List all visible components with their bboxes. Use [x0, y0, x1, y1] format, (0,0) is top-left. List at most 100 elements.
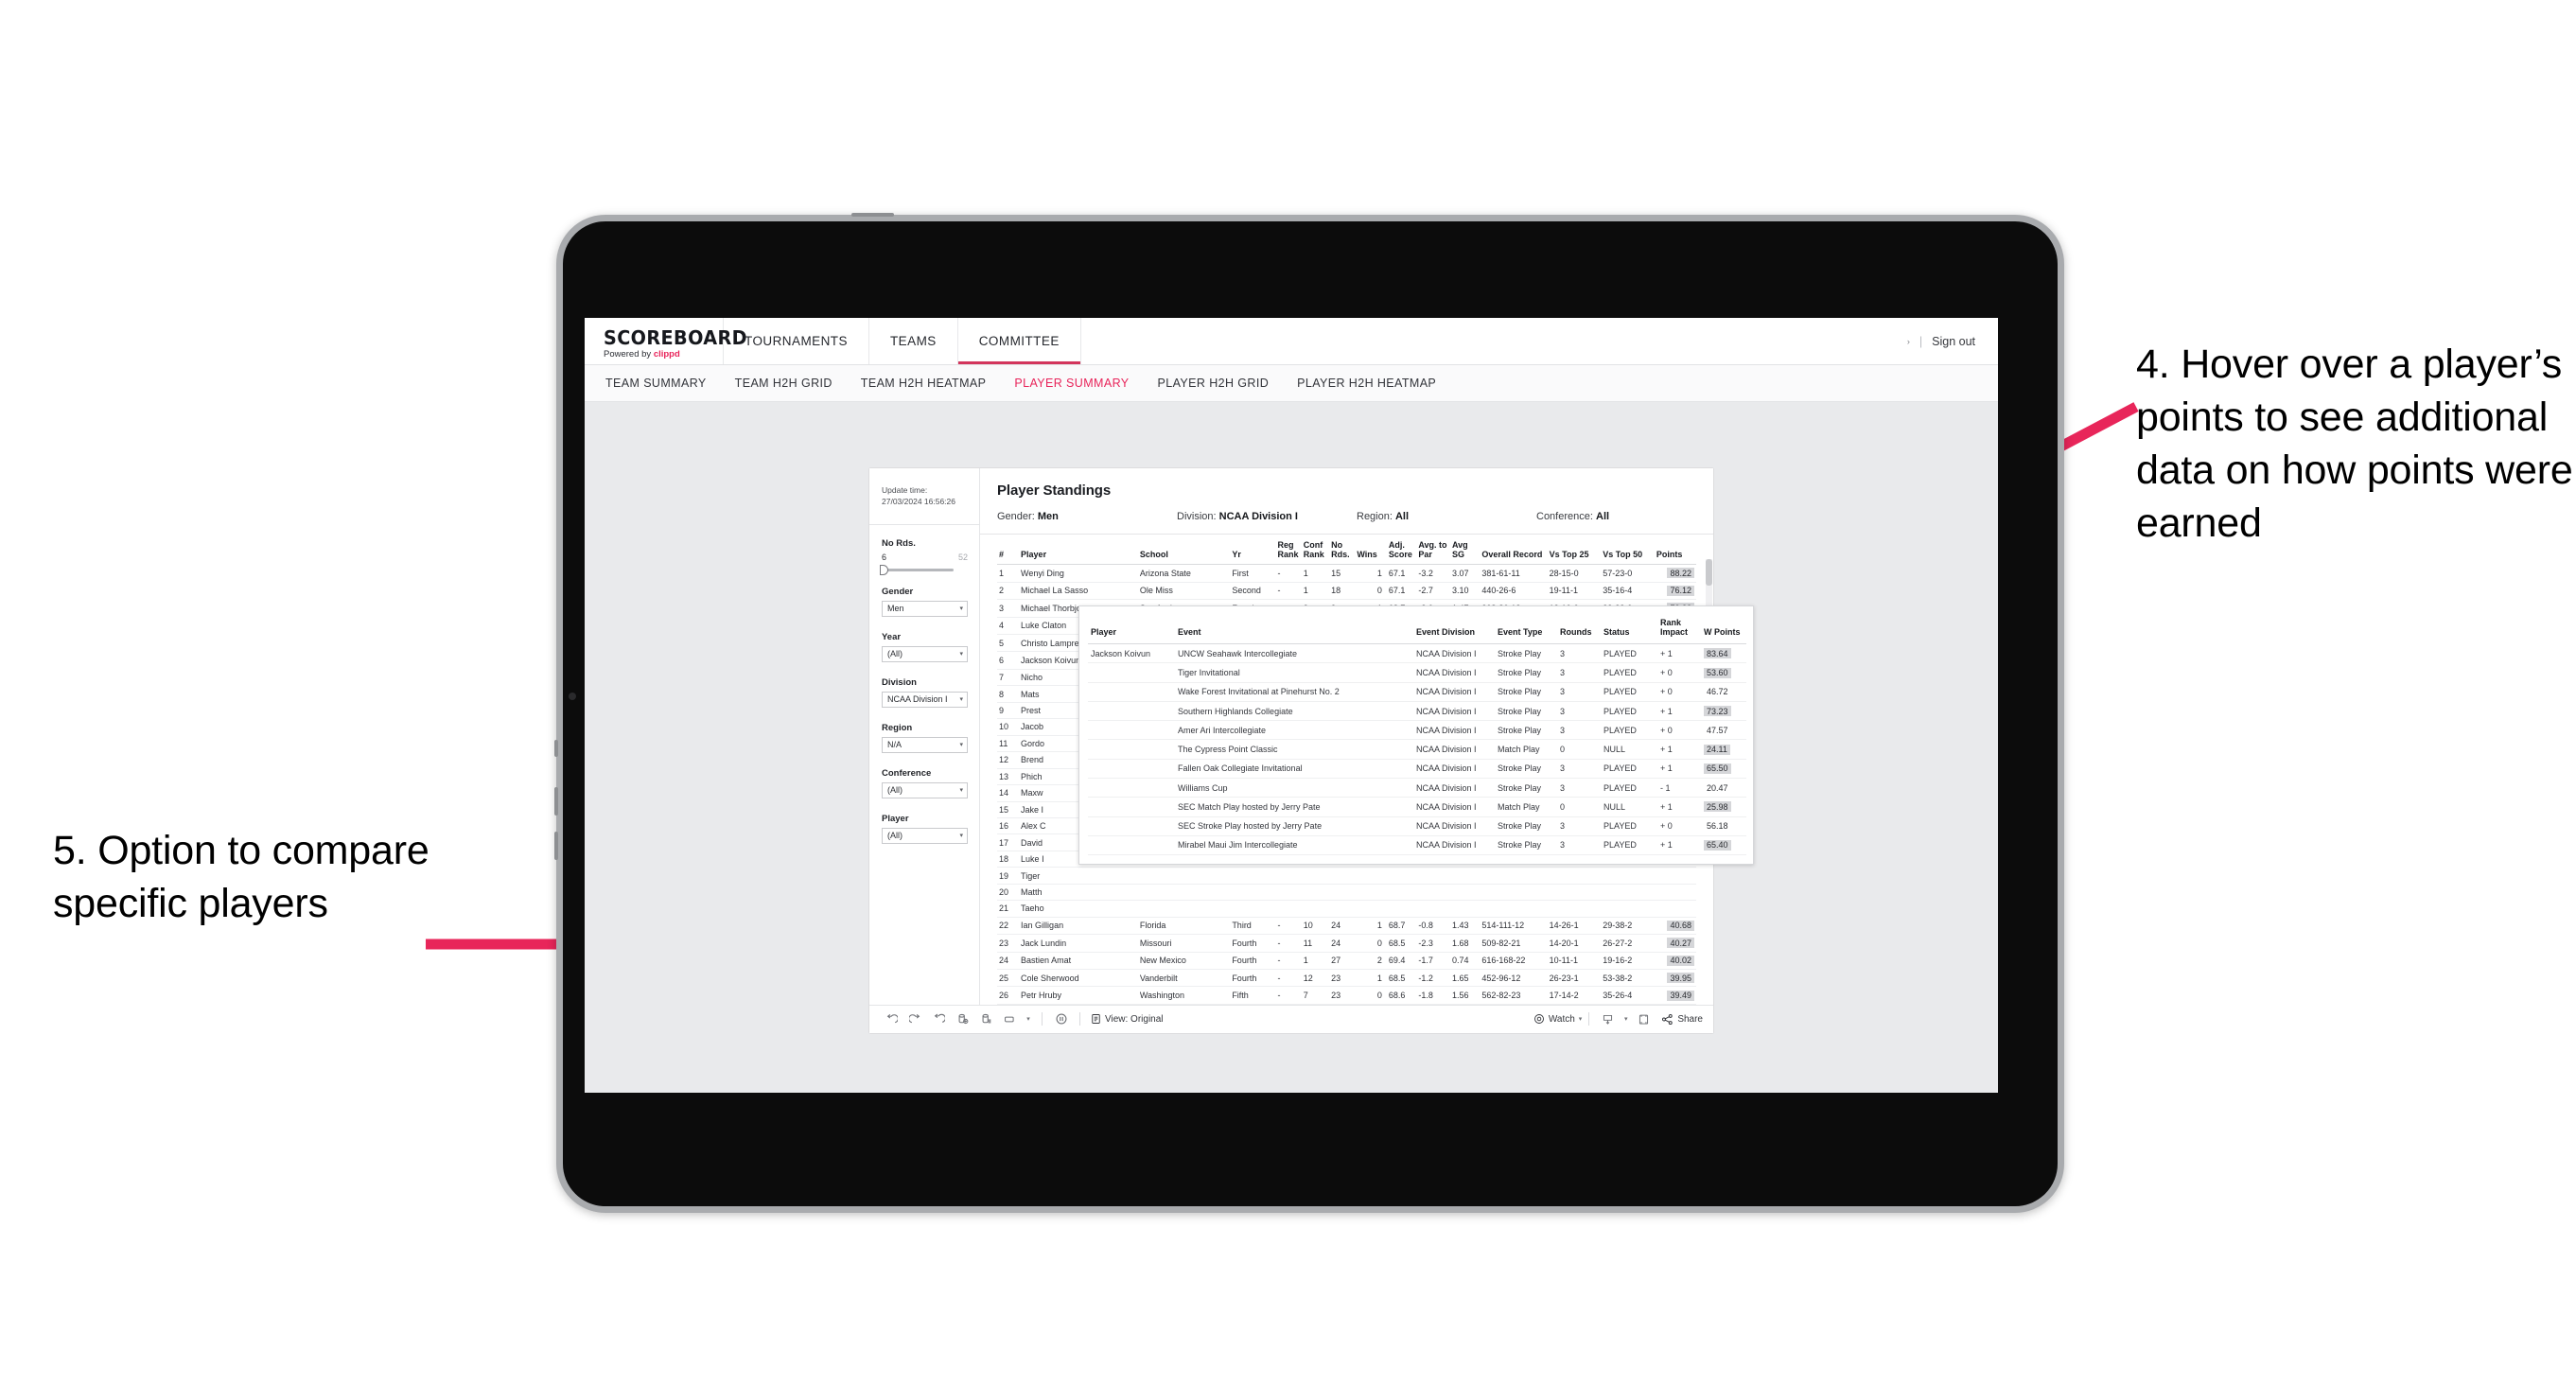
tab-player-h2h-grid[interactable]: PLAYER H2H GRID — [1158, 377, 1270, 390]
row-vs-top-50 — [1601, 900, 1655, 918]
row-points[interactable] — [1654, 884, 1696, 902]
row-points[interactable]: 39.49 — [1654, 986, 1696, 1005]
points-value[interactable]: 40.68 — [1667, 920, 1694, 931]
row-points[interactable]: 40.02 — [1654, 952, 1696, 971]
tablet-volume-down-button[interactable] — [554, 832, 558, 860]
row-points[interactable] — [1654, 867, 1696, 885]
tooltip-rank-impact: + 1 — [1657, 835, 1701, 856]
tablet-volume-up-button[interactable] — [554, 787, 558, 816]
watch-button[interactable]: Watch ▾ — [1533, 1013, 1582, 1025]
tooltip-row: SEC Match Play hosted by Jerry Pate NCAA … — [1088, 797, 1746, 817]
redo-icon[interactable] — [903, 1008, 927, 1030]
tab-player-h2h-heatmap[interactable]: PLAYER H2H HEATMAP — [1297, 377, 1436, 390]
no-rounds-slider-handle[interactable] — [880, 564, 888, 575]
row-points[interactable]: 88.22 — [1654, 564, 1696, 583]
row-points[interactable]: 76.12 — [1654, 582, 1696, 601]
row-no-rds — [1329, 900, 1356, 918]
row-adj-score: 67.1 — [1386, 582, 1417, 601]
sign-out-link[interactable]: Sign out — [1932, 335, 1975, 348]
col-vs-top-50[interactable]: Vs Top 50 — [1601, 535, 1655, 566]
table-row[interactable]: 26 Petr Hruby Washington Fifth -7 23 0 68.6 -1.8… — [997, 986, 1696, 1005]
app-header: SCOREBOARD Powered by clippd TOURNAMENTS… — [585, 318, 1998, 365]
revert-icon[interactable] — [927, 1008, 951, 1030]
refresh-data-icon[interactable] — [951, 1008, 974, 1030]
row-reg-rank: - — [1275, 582, 1302, 601]
col-school[interactable]: School — [1137, 535, 1231, 566]
tab-team-summary[interactable]: TEAM SUMMARY — [605, 377, 707, 390]
region-select[interactable]: N/A ▾ — [882, 736, 968, 753]
device-layout-caret-icon[interactable]: ▾ — [1022, 1008, 1035, 1030]
nav-item-committee[interactable]: COMMITTEE — [957, 318, 1081, 364]
table-row[interactable]: 1 Wenyi Ding Arizona State First -1 15 1 67.1 -3… — [997, 564, 1696, 583]
col-reg-rank[interactable]: Reg Rank — [1275, 535, 1302, 566]
table-row[interactable]: 2 Michael La Sasso Ole Miss Second -1 18 0 67.1… — [997, 582, 1696, 601]
conference-select[interactable]: (All) ▾ — [882, 781, 968, 798]
tab-team-h2h-grid[interactable]: TEAM H2H GRID — [735, 377, 832, 390]
points-value[interactable]: 88.22 — [1667, 568, 1694, 579]
division-select[interactable]: NCAA Division I ▾ — [882, 691, 968, 708]
undo-icon[interactable] — [880, 1008, 903, 1030]
col-no-rds[interactable]: No Rds. — [1329, 535, 1356, 566]
nav-item-tournaments[interactable]: TOURNAMENTS — [724, 318, 869, 364]
year-select[interactable]: (All) ▾ — [882, 645, 968, 662]
col-avg-sg[interactable]: Avg SG — [1449, 535, 1481, 566]
tablet-side-button-small[interactable] — [554, 740, 558, 757]
row-points[interactable]: 39.95 — [1654, 969, 1696, 988]
gender-select[interactable]: Men ▾ — [882, 600, 968, 617]
scoreboard-logo[interactable]: SCOREBOARD Powered by clippd — [585, 318, 747, 364]
points-value[interactable]: 39.49 — [1667, 990, 1694, 1001]
nav-item-teams[interactable]: TEAMS — [869, 318, 958, 364]
col-conf-rank[interactable]: Conf Rank — [1301, 535, 1330, 566]
pause-icon[interactable] — [1049, 1008, 1073, 1030]
tablet-power-button[interactable] — [851, 213, 894, 217]
tooltip-status: PLAYED — [1601, 701, 1657, 722]
division-value: NCAA Division I — [887, 694, 948, 705]
download-icon[interactable] — [1596, 1008, 1620, 1030]
row-rank: 18 — [997, 851, 1020, 868]
tooltip-status: PLAYED — [1601, 816, 1657, 836]
no-rounds-slider[interactable] — [880, 564, 954, 575]
points-value[interactable]: 76.12 — [1667, 585, 1694, 596]
col-adj-score[interactable]: Adj. Score — [1386, 535, 1417, 566]
table-row[interactable]: 22 Ian Gilligan Florida Third -10 24 1 68.7 -0.8… — [997, 917, 1696, 936]
row-year: Fourth — [1230, 969, 1276, 988]
points-value[interactable]: 40.02 — [1667, 955, 1694, 966]
tab-team-h2h-heatmap[interactable]: TEAM H2H HEATMAP — [861, 377, 987, 390]
pause-auto-update-icon[interactable] — [974, 1008, 998, 1030]
row-points[interactable] — [1654, 900, 1696, 918]
points-value[interactable]: 39.95 — [1667, 973, 1694, 984]
tab-player-summary[interactable]: PLAYER SUMMARY — [1014, 377, 1129, 390]
table-scrollbar-thumb[interactable] — [1706, 559, 1712, 586]
table-row[interactable]: 19 Tiger — [997, 867, 1696, 885]
device-layout-icon[interactable] — [998, 1008, 1022, 1030]
col-points[interactable]: Points — [1654, 535, 1696, 566]
col-wins[interactable]: Wins — [1355, 535, 1387, 566]
col-vs-top-25[interactable]: Vs Top 25 — [1547, 535, 1602, 566]
tt-col-rank-impact: Rank Impact — [1657, 616, 1701, 645]
col-rank[interactable]: # — [997, 535, 1020, 566]
col-overall-record[interactable]: Overall Record — [1480, 535, 1548, 566]
player-select[interactable]: (All) ▾ — [882, 827, 968, 844]
tooltip-event-division: NCAA Division I — [1413, 682, 1495, 702]
view-original-button[interactable]: View: Original — [1091, 1013, 1164, 1025]
row-points[interactable]: 40.27 — [1654, 934, 1696, 953]
row-points[interactable]: 40.68 — [1654, 917, 1696, 936]
fullscreen-icon[interactable] — [1632, 1008, 1656, 1030]
table-row[interactable]: 25 Cole Sherwood Vanderbilt Fourth -12 23 1 68.… — [997, 969, 1696, 988]
table-row[interactable]: 23 Jack Lundin Missouri Fourth -11 24 0 68.5 -2.… — [997, 934, 1696, 953]
table-row[interactable]: 21 Taeho — [997, 900, 1696, 918]
table-row[interactable]: 20 Matth — [997, 884, 1696, 902]
download-caret-icon[interactable]: ▾ — [1620, 1008, 1632, 1030]
row-conf-rank — [1301, 884, 1330, 902]
col-avg-to-par[interactable]: Avg. to Par — [1416, 535, 1450, 566]
chevron-down-icon: ▾ — [959, 787, 963, 795]
w-points-value: 47.57 — [1707, 725, 1728, 735]
points-value[interactable]: 40.27 — [1667, 938, 1694, 949]
tooltip-rank-impact: + 1 — [1657, 739, 1701, 760]
meta-division-label: Division: — [1177, 511, 1217, 522]
table-row[interactable]: 24 Bastien Amat New Mexico Fourth -1 27 2 69.4-… — [997, 952, 1696, 971]
share-button[interactable]: Share — [1661, 1013, 1703, 1026]
tooltip-event-type: Stroke Play — [1495, 759, 1557, 780]
col-yr[interactable]: Yr — [1230, 535, 1276, 566]
col-player[interactable]: Player — [1019, 535, 1138, 566]
